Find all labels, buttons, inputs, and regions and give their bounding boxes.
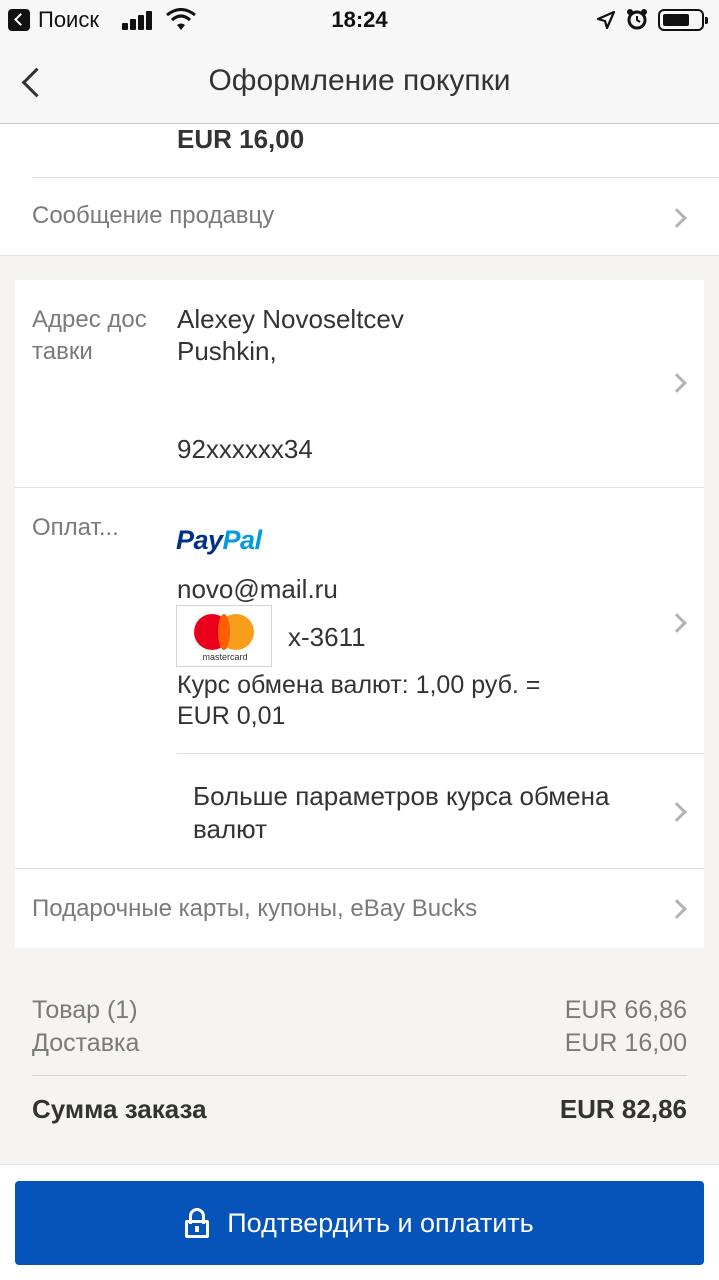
order-total-value: EUR 82,86 [559,1094,687,1124]
payment-label: Оплат... [32,514,119,541]
order-total-label: Сумма заказа [32,1094,207,1124]
shipping-total-label: Доставка [32,1029,140,1057]
exchange-rate-text: Курс обмена валют: 1,00 руб. = EUR 0,01 [177,671,541,730]
paypal-logo: PayPal [176,525,262,556]
paypal-logo-part1: Pay [176,525,223,555]
status-bar: Поиск 18:24 [0,0,719,40]
recipient-city: Pushkin, [177,336,277,366]
checkout-details-card: Адрес доставки Alexey Novoseltcev Pushki… [15,280,704,948]
chevron-right-icon [667,613,687,633]
recipient-name: Alexey Novoseltcev [177,304,404,334]
message-seller-row[interactable]: Сообщение продавцу [0,178,719,256]
chevron-right-icon [667,208,687,228]
card-number: x-3611 [288,622,366,652]
shipping-total-value: EUR 16,00 [564,1029,687,1057]
page-title: Оформление покупки [208,64,511,97]
paypal-logo-part2: Pal [222,525,263,555]
message-seller-label: Сообщение продавцу [32,202,275,229]
more-rate-options-row[interactable]: Больше параметров курса обмена валют [177,754,704,868]
divider [32,1075,687,1076]
order-item-section: EUR 16,00 Сообщение продавцу [0,124,719,256]
gift-cards-row[interactable]: Подарочные карты, купоны, eBay Bucks [15,869,704,948]
shipping-price: EUR 16,00 [177,124,305,154]
recipient-phone: 92xxxxxx34 [177,434,313,464]
item-subtotal-value: EUR 66,86 [564,996,687,1024]
mastercard-logo: mastercard [176,605,272,667]
chevron-right-icon [667,802,687,822]
chevron-right-icon [667,373,687,393]
paypal-email: novo@mail.ru [177,574,338,604]
shipping-address-row[interactable]: Адрес доставки Alexey Novoseltcev Pushki… [15,280,704,487]
confirm-and-pay-button[interactable]: Подтвердить и оплатить [15,1181,704,1265]
shipping-address-label: Адрес доставки [32,306,147,365]
alarm-icon [627,9,647,30]
mastercard-brand-text: mastercard [202,652,248,662]
more-rate-options-label: Больше параметров курса обмена валют [193,781,610,844]
gift-cards-label: Подарочные карты, купоны, eBay Bucks [32,895,478,922]
item-subtotal-label: Товар (1) [32,996,138,1024]
confirm-and-pay-label: Подтвердить и оплатить [227,1207,534,1238]
order-totals: Товар (1) EUR 66,86 Доставка EUR 16,00 С… [0,948,719,1164]
battery-icon [658,9,708,31]
bottom-action-bar: Подтвердить и оплатить [0,1164,719,1280]
chevron-right-icon [667,899,687,919]
location-arrow-icon [596,10,616,30]
lock-icon [185,1208,210,1238]
navigation-bar: Оформление покупки [0,40,719,124]
payment-method-row[interactable]: Оплат... PayPal novo@mail.ru mastercard … [15,488,704,753]
